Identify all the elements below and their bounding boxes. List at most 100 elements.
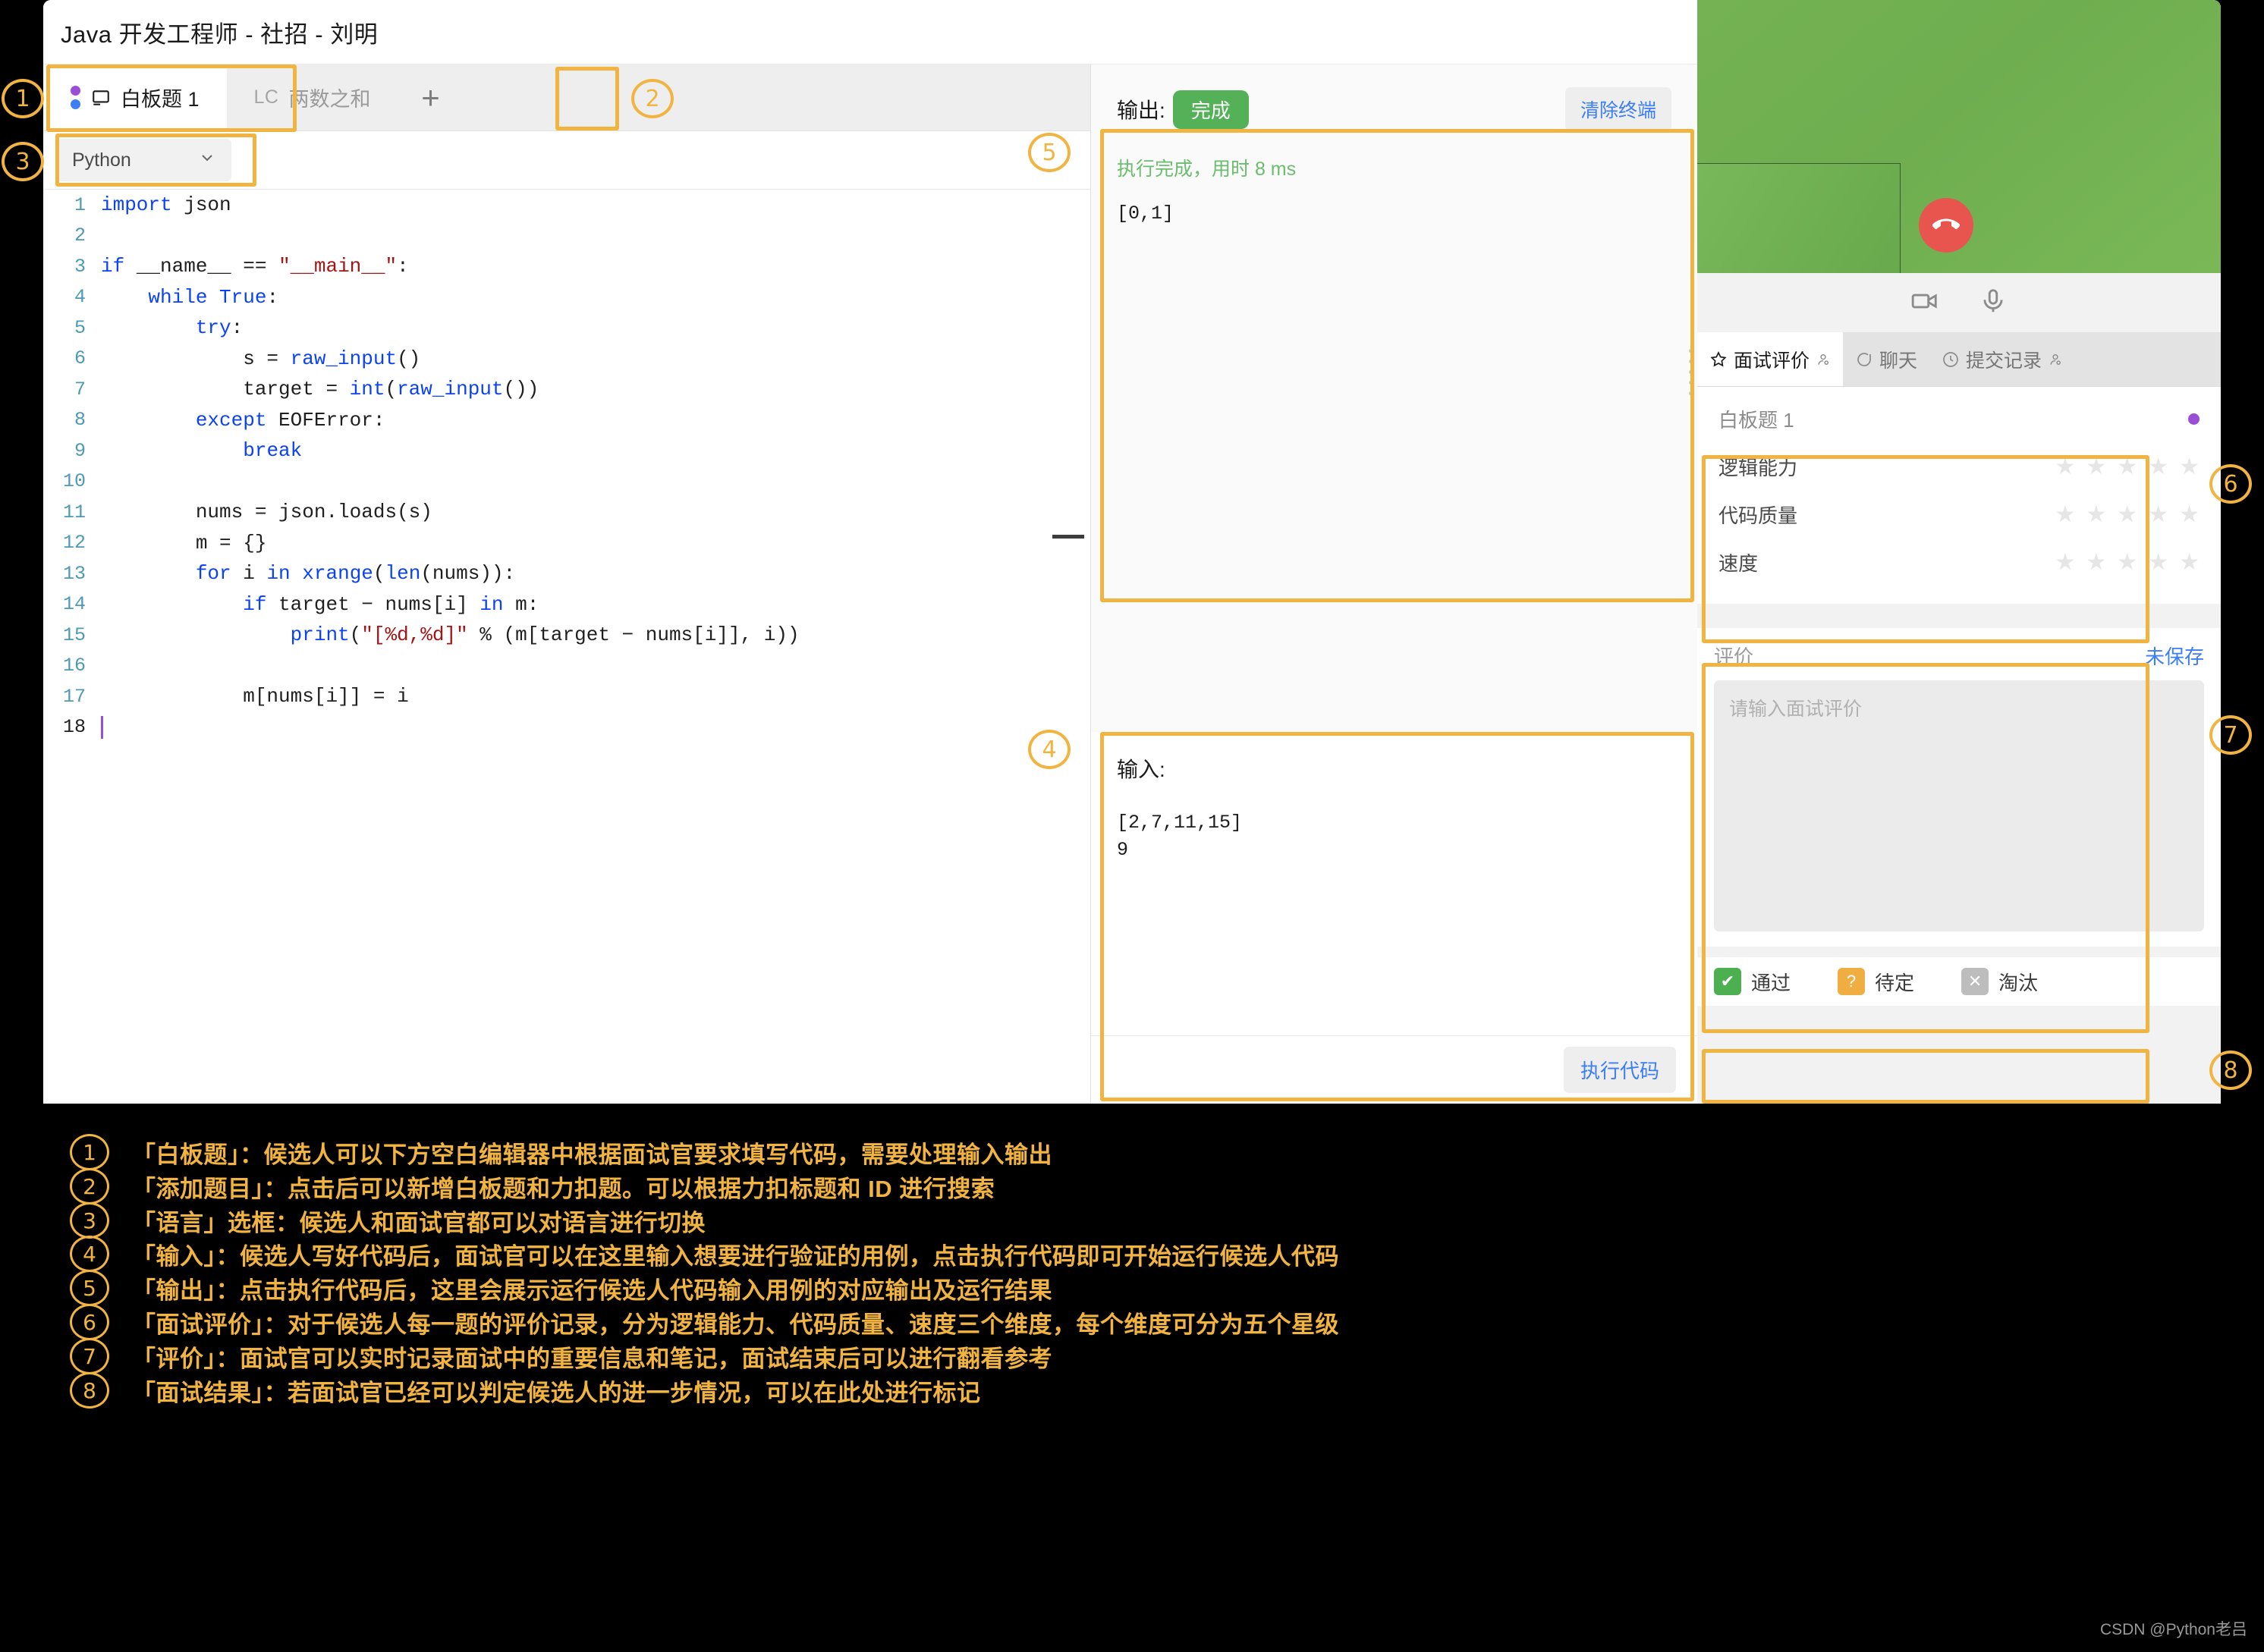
- video-camera-icon[interactable]: [1910, 287, 1939, 319]
- marker-2: 2: [631, 79, 674, 118]
- star-icon[interactable]: ★: [2148, 551, 2168, 574]
- star-icon[interactable]: ★: [2148, 455, 2168, 479]
- code-line-text[interactable]: s = raw_input(): [101, 347, 420, 370]
- code-line-text[interactable]: if target − nums[i] in m:: [101, 593, 539, 616]
- line-number: 7: [74, 378, 86, 400]
- code-line-text[interactable]: import json: [101, 193, 231, 216]
- result-option-label: 通过: [1751, 971, 1791, 994]
- marker-7: 7: [2209, 715, 2252, 755]
- input-label: 输入:: [1117, 758, 1165, 781]
- code-editor[interactable]: 1 import json 2 3 if __name__ == "__main__":…: [43, 190, 1090, 1102]
- star-icon: [1710, 350, 1727, 366]
- star-rating[interactable]: ★ ★ ★ ★ ★: [2055, 455, 2200, 479]
- result-option-1[interactable]: ? 待定: [1838, 968, 1914, 996]
- star-icon[interactable]: ★: [2179, 503, 2200, 526]
- chat-icon: [1857, 352, 1871, 366]
- code-line: 17 m[nums[i]] = i: [43, 681, 1090, 712]
- criterion-label: 速度: [1718, 552, 1759, 575]
- tab-label: 面试评价: [1734, 350, 1810, 372]
- marker-1: 1: [2, 79, 44, 118]
- media-controls: [1697, 273, 2221, 332]
- code-line-text[interactable]: [101, 715, 103, 739]
- star-icon[interactable]: ★: [2179, 455, 2200, 479]
- tab-submission-history[interactable]: 提交记录: [1929, 332, 2075, 386]
- microphone-icon[interactable]: [1979, 287, 2008, 319]
- note-save-status[interactable]: 未保存: [2145, 642, 2204, 670]
- code-line-text[interactable]: for i in xrange(len(nums)):: [101, 562, 515, 585]
- code-line-text[interactable]: while True:: [101, 286, 278, 309]
- clear-terminal-button[interactable]: 清除终端: [1564, 87, 1671, 131]
- code-line-text[interactable]: print("[%d,%d]" % (m[target − nums[i]], …: [101, 623, 800, 646]
- evaluation-criterion-row: 逻辑能力 ★ ★ ★ ★ ★: [1718, 453, 2200, 481]
- code-line-text[interactable]: try:: [101, 316, 243, 339]
- code-line-text[interactable]: if __name__ == "__main__":: [101, 255, 409, 278]
- star-icon[interactable]: ★: [2117, 503, 2137, 526]
- code-line-text[interactable]: m = {}: [101, 532, 267, 554]
- tab-leetcode-two-sum[interactable]: LC 两数之和: [227, 64, 398, 130]
- language-row: Python: [43, 131, 1090, 190]
- line-number: 12: [62, 532, 86, 554]
- code-line: 13 for i in xrange(len(nums)):: [43, 558, 1090, 589]
- video-feed: [1697, 0, 2221, 273]
- star-icon[interactable]: ★: [2086, 503, 2106, 526]
- annotation-item-1: 1 「白板题」：候选人可以下方空白编辑器中根据面试官要求填写代码，需要处理输入输出: [70, 1134, 1052, 1170]
- annotation-number: 1: [70, 1134, 109, 1170]
- status-badge: 完成: [1172, 90, 1249, 129]
- run-code-button[interactable]: 执行代码: [1563, 1047, 1676, 1093]
- marker-4: 4: [1028, 730, 1071, 769]
- line-number: 16: [62, 655, 86, 677]
- code-line: 18: [43, 712, 1090, 743]
- code-line: 10: [43, 466, 1090, 498]
- code-line-text[interactable]: nums = json.loads(s): [101, 501, 432, 523]
- annotation-number: 2: [70, 1168, 109, 1204]
- annotation-item-2: 2 「添加题目」：点击后可以新增白板题和力扣题。可以根据力扣标题和 ID 进行搜索: [70, 1168, 995, 1204]
- annotation-number: 4: [70, 1236, 109, 1272]
- tab-chat[interactable]: 聊天: [1843, 332, 1929, 386]
- star-icon[interactable]: ★: [2117, 551, 2137, 574]
- annotation-number: 7: [70, 1338, 109, 1374]
- code-line-text[interactable]: m[nums[i]] = i: [101, 685, 408, 708]
- star-icon[interactable]: ★: [2148, 503, 2168, 526]
- console-column: 输出: 完成 清除终端 执行完成，用时 8 ms [0,1] 输入: [2,7,…: [1090, 64, 1697, 1104]
- line-number: 11: [62, 501, 86, 523]
- annotation-number: 5: [70, 1270, 109, 1306]
- note-textarea[interactable]: [1714, 680, 2204, 931]
- star-icon[interactable]: ★: [2055, 503, 2075, 526]
- star-icon[interactable]: ★: [2086, 455, 2106, 479]
- code-line-text[interactable]: break: [101, 439, 302, 462]
- star-rating[interactable]: ★ ★ ★ ★ ★: [2055, 503, 2200, 526]
- code-line: 12 m = {}: [43, 528, 1090, 559]
- star-icon[interactable]: ★: [2055, 455, 2075, 479]
- add-problem-button[interactable]: +: [398, 64, 464, 130]
- watermark: CSDN @Python老吕: [2099, 1621, 2247, 1638]
- code-line: 5 try:: [43, 312, 1090, 344]
- leetcode-prefix: LC: [253, 86, 279, 108]
- whiteboard-icon: [91, 88, 111, 108]
- star-icon[interactable]: ★: [2117, 455, 2137, 479]
- marker-8: 8: [2209, 1051, 2252, 1090]
- editor-scroll-indicator[interactable]: [1052, 535, 1084, 539]
- star-icon[interactable]: ★: [2086, 551, 2106, 574]
- annotation-number: 6: [70, 1304, 109, 1340]
- result-option-0[interactable]: ✔ 通过: [1714, 968, 1791, 996]
- star-icon[interactable]: ★: [2179, 551, 2200, 574]
- code-line: 8 except EOFError:: [43, 405, 1090, 436]
- annotation-number: 8: [70, 1372, 109, 1409]
- language-selected-value: Python: [72, 149, 131, 171]
- interview-result-bar: ✔ 通过 ? 待定 ✕ 淘汰: [1697, 957, 2221, 1006]
- output-scrollbar[interactable]: [1689, 349, 1693, 432]
- line-number: 10: [62, 470, 86, 493]
- star-icon[interactable]: ★: [2055, 551, 2075, 574]
- language-select[interactable]: Python: [57, 139, 231, 181]
- star-rating[interactable]: ★ ★ ★ ★ ★: [2055, 551, 2200, 574]
- tab-label: 聊天: [1879, 350, 1918, 372]
- tab-whiteboard-1[interactable]: 白板题 1: [43, 64, 227, 130]
- input-textarea[interactable]: [2,7,11,15] 9: [1091, 784, 1697, 1035]
- code-line-text[interactable]: except EOFError:: [101, 409, 385, 432]
- tab-interview-evaluation[interactable]: 面试评价: [1697, 332, 1844, 386]
- hangup-icon[interactable]: [1919, 198, 1973, 253]
- result-option-2[interactable]: ✕ 淘汰: [1961, 968, 2038, 996]
- person-icon: [1818, 353, 1828, 365]
- code-line-text[interactable]: target = int(raw_input()): [101, 378, 539, 400]
- line-number: 9: [74, 439, 86, 462]
